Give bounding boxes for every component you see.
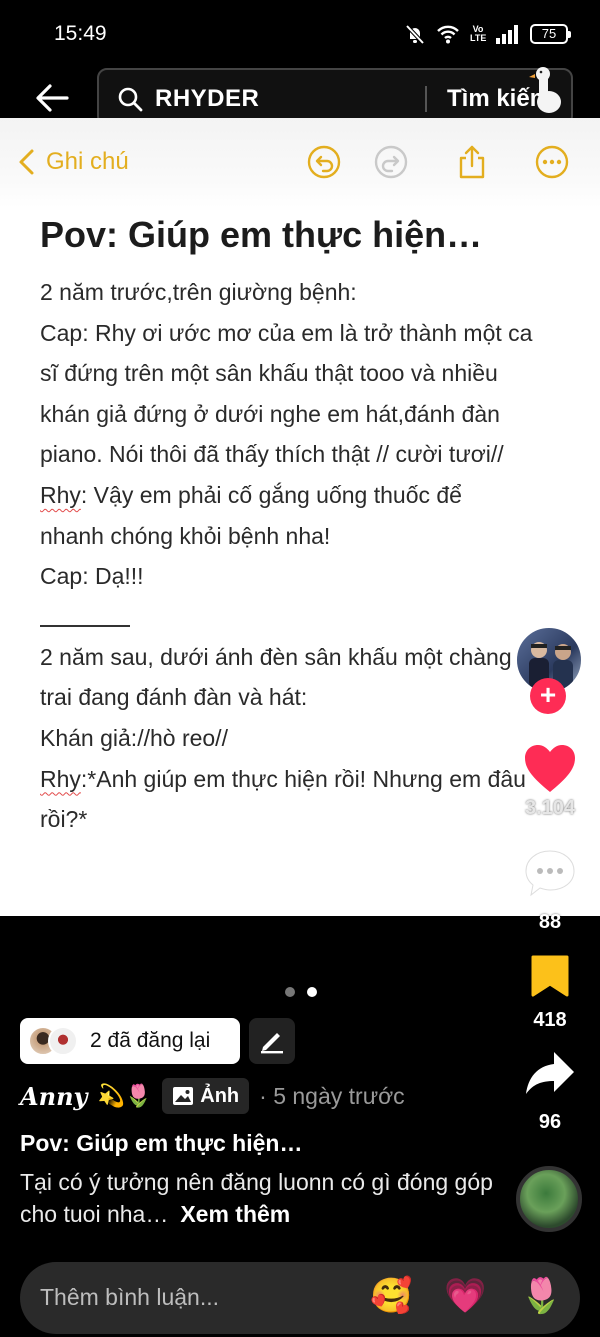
chevron-left-icon <box>19 149 34 175</box>
undo-icon <box>307 145 341 179</box>
notes-back-label: Ghi chú <box>46 148 129 175</box>
avatar <box>48 1026 78 1056</box>
share-arrow-icon <box>526 1052 574 1094</box>
author-name[interactable]: Anny <box>20 1082 87 1111</box>
music-disc[interactable] <box>516 1166 582 1232</box>
emoji-tulip-button[interactable]: 🌷 <box>520 1276 564 1320</box>
repost-text: 2 đã đăng lại <box>90 1029 211 1052</box>
bookmark-icon <box>531 955 569 997</box>
comment-bar[interactable]: Thêm bình luận... 🥰 💗 🌷 <box>20 1262 580 1334</box>
signal-icon <box>496 25 518 44</box>
save-count: 418 <box>533 1009 567 1031</box>
redo-icon <box>374 145 408 179</box>
spellcheck-word: Rhy <box>40 765 81 792</box>
save-button[interactable]: 418 <box>510 954 590 1032</box>
status-icons: Vo LTE 75 <box>404 22 571 46</box>
comment-bubble-icon <box>525 850 575 897</box>
search-query[interactable]: RHYDER <box>155 85 259 113</box>
image-icon <box>173 1087 194 1105</box>
emoji-smiling-hearts-button[interactable]: 🥰 <box>370 1276 414 1320</box>
share-button[interactable]: 96 <box>510 1050 590 1134</box>
more-icon <box>535 145 569 179</box>
photo-badge-label: Ảnh <box>200 1084 240 1107</box>
top-nav: RHYDER Tìm kiếm <box>0 67 600 126</box>
note-line: trai đang đánh đàn và hát: <box>40 684 308 711</box>
note-line: Rhy: Vậy em phải cố gắng uống thuốc để <box>40 481 462 508</box>
back-arrow-icon[interactable] <box>34 80 70 116</box>
battery-icon: 75 <box>530 24 571 44</box>
comment-input[interactable]: Thêm bình luận... <box>40 1284 219 1311</box>
share-count: 96 <box>538 1111 562 1133</box>
note-line: Cap: Rhy ơi ước mơ của em là trở thành m… <box>40 319 533 346</box>
photo-badge: Ảnh <box>162 1078 250 1114</box>
repost-chip[interactable]: 2 đã đăng lại <box>20 1018 240 1064</box>
author-emojis: 💫🌷 <box>97 1083 153 1108</box>
notes-back-button: Ghi chú <box>16 148 129 176</box>
note-divider <box>40 624 130 627</box>
edit-button[interactable] <box>249 1018 295 1064</box>
carousel-dot <box>285 987 295 997</box>
follow-plus-button[interactable]: + <box>530 678 566 714</box>
status-bar: 15:49 Vo LTE 75 <box>0 0 600 68</box>
goose-sticker-icon <box>529 67 561 113</box>
note-line: Cap: Dạ!!! <box>40 563 144 590</box>
carousel-dot-active <box>307 987 317 997</box>
status-time: 15:49 <box>54 22 107 45</box>
spellcheck-word: Rhy <box>40 481 81 508</box>
emoji-heart-button[interactable]: 💗 <box>444 1276 488 1320</box>
post-time: · 5 ngày trước <box>259 1082 405 1109</box>
share-icon <box>459 145 485 179</box>
notes-toolbar: Ghi chú <box>0 118 600 208</box>
note-line: nhanh chóng khỏi bệnh nha! <box>40 522 331 549</box>
note-line: khán giả đứng ở dưới nghe em hát,đánh đà… <box>40 400 500 427</box>
like-button[interactable]: 3.104 <box>510 744 590 820</box>
see-more-link[interactable]: Xem thêm <box>180 1201 290 1227</box>
note-line: piano. Nói thôi đã thấy thích thật // cư… <box>40 441 504 468</box>
post-title: Pov: Giúp em thực hiện… <box>20 1130 303 1156</box>
comment-count: 88 <box>538 911 562 933</box>
pencil-icon <box>261 1033 283 1054</box>
like-count: 3.104 <box>524 797 576 819</box>
author-line: Anny 💫🌷 Ảnh · 5 ngày trước <box>20 1078 405 1114</box>
mute-bell-icon <box>405 24 425 45</box>
search-icon <box>118 87 143 112</box>
note-title: Pov: Giúp em thực hiện… <box>40 214 483 255</box>
carousel-indicator <box>285 987 317 997</box>
wifi-icon <box>437 25 459 44</box>
comment-button[interactable]: 88 <box>510 848 590 934</box>
search-divider <box>425 86 427 112</box>
post-description: Tại có ý tưởng nên đăng luonn có gì đóng… <box>20 1166 500 1230</box>
note-line: sĩ đứng trên một sân khấu thật tooo và n… <box>40 360 498 387</box>
volte-label: Vo LTE <box>470 24 487 43</box>
heart-icon <box>525 745 575 792</box>
note-line: 2 năm trước,trên giường bệnh: <box>40 279 357 305</box>
